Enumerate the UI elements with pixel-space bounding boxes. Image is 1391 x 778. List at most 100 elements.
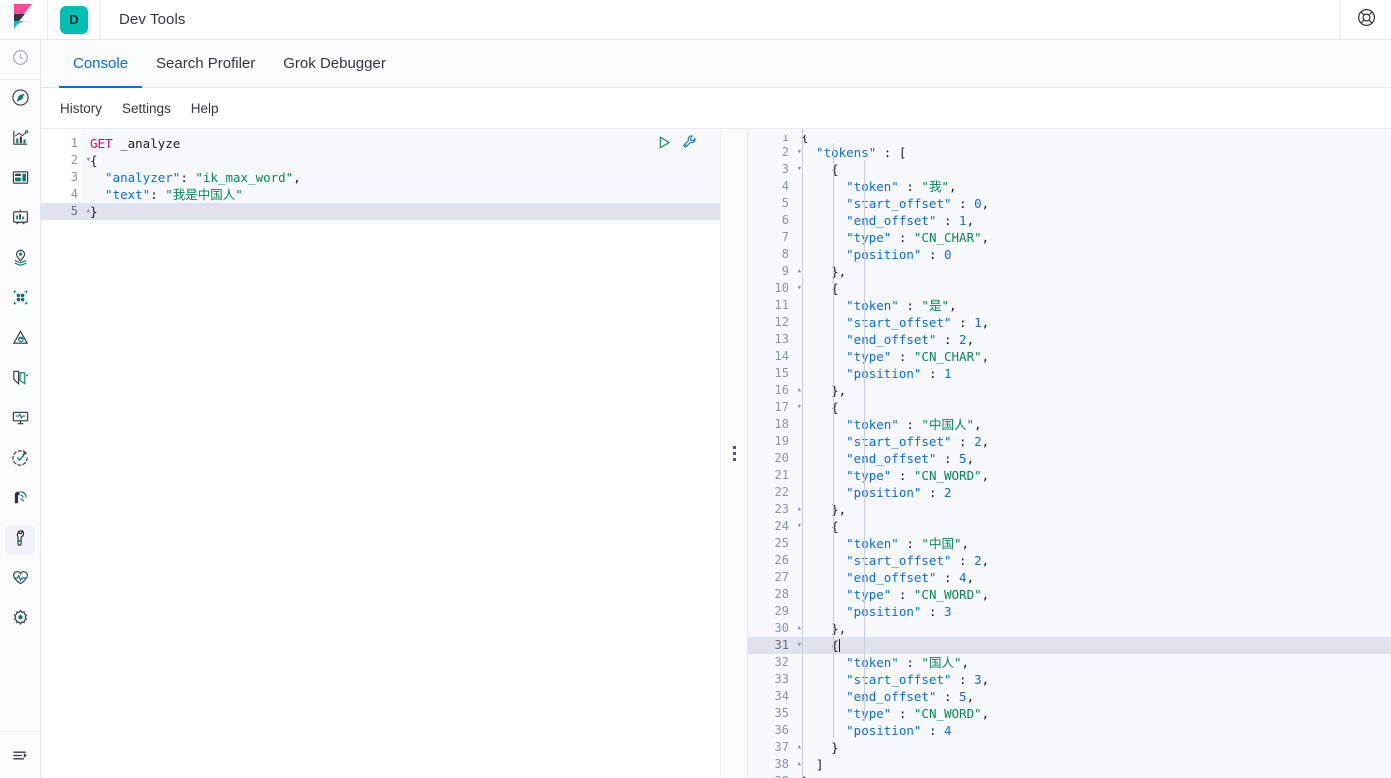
code-line[interactable]: GET _analyze: [82, 135, 720, 152]
line-number[interactable]: 18: [748, 416, 793, 433]
sidebar-item-infrastructure[interactable]: [0, 320, 41, 360]
kibana-logo-button[interactable]: [0, 0, 48, 39]
fold-toggle-icon[interactable]: ▾: [792, 637, 802, 654]
line-number[interactable]: 2 ▾: [748, 144, 802, 161]
line-number[interactable]: 34: [748, 688, 793, 705]
line-number[interactable]: 19: [748, 433, 793, 450]
code-line[interactable]: "token" : "中国",: [793, 535, 1391, 552]
code-line[interactable]: "end_offset" : 1,: [793, 212, 1391, 229]
sidebar-item-siem[interactable]: [0, 480, 41, 520]
help-button[interactable]: [1340, 0, 1391, 39]
code-line[interactable]: "token" : "是",: [793, 297, 1391, 314]
code-line[interactable]: "position" : 3: [793, 603, 1391, 620]
line-number[interactable]: 1: [748, 135, 793, 144]
code-line[interactable]: "end_offset" : 4,: [793, 569, 1391, 586]
sidebar-item-discover[interactable]: [0, 80, 41, 120]
line-number[interactable]: 9 ▴: [748, 263, 802, 280]
code-line[interactable]: "position" : 0: [793, 246, 1391, 263]
line-number[interactable]: 26: [748, 552, 793, 569]
code-line[interactable]: "start_offset" : 0,: [793, 195, 1391, 212]
line-number[interactable]: 30 ▴: [748, 620, 802, 637]
tab-grok-debugger[interactable]: Grok Debugger: [269, 41, 400, 88]
code-line[interactable]: "position" : 4: [793, 722, 1391, 739]
line-number[interactable]: 22: [748, 484, 793, 501]
send-request-button[interactable]: [657, 135, 672, 150]
line-number[interactable]: 33: [748, 671, 793, 688]
fold-toggle-icon[interactable]: ▾: [792, 518, 802, 535]
code-line[interactable]: {: [793, 518, 1391, 535]
fold-toggle-icon[interactable]: ▴: [81, 203, 91, 220]
sidebar-item-logs[interactable]: [0, 360, 41, 400]
sidebar-item-uptime[interactable]: [0, 440, 41, 480]
sidebar-item-canvas[interactable]: [0, 200, 41, 240]
sidebar-item-management[interactable]: [0, 600, 41, 640]
line-number[interactable]: 28: [748, 586, 793, 603]
line-number[interactable]: 4: [41, 186, 82, 203]
fold-toggle-icon[interactable]: ▴: [792, 382, 802, 399]
sidebar-item-visualize[interactable]: [0, 120, 41, 160]
code-line[interactable]: {: [793, 637, 1391, 654]
subnav-settings[interactable]: Settings: [122, 101, 171, 116]
sidebar-item-dev-tools[interactable]: [0, 520, 41, 560]
code-line[interactable]: {: [793, 135, 1391, 144]
line-number[interactable]: 38 ▴: [748, 756, 802, 773]
code-line[interactable]: "start_offset" : 2,: [793, 433, 1391, 450]
code-line[interactable]: "position" : 2: [793, 484, 1391, 501]
code-line[interactable]: },: [793, 620, 1391, 637]
code-line[interactable]: "type" : "CN_WORD",: [793, 705, 1391, 722]
fold-toggle-icon[interactable]: ▴: [792, 739, 802, 756]
line-number[interactable]: 4: [748, 178, 793, 195]
sidebar-item-maps[interactable]: [0, 240, 41, 280]
line-number[interactable]: 31 ▾: [748, 637, 802, 654]
line-number[interactable]: 13: [748, 331, 793, 348]
response-code[interactable]: { "tokens" : [ { "token" : "我", "start_o…: [793, 129, 1391, 778]
request-code[interactable]: GET _analyze{ "analyzer": "ik_max_word",…: [82, 129, 720, 778]
line-number[interactable]: 11: [748, 297, 793, 314]
fold-toggle-icon[interactable]: ▾: [792, 399, 802, 416]
fold-toggle-icon[interactable]: ▴: [792, 756, 802, 773]
line-number[interactable]: 10 ▾: [748, 280, 802, 297]
sidebar-item-apm[interactable]: [0, 400, 41, 440]
line-number[interactable]: 27: [748, 569, 793, 586]
code-line[interactable]: "start_offset" : 3,: [793, 671, 1391, 688]
line-number[interactable]: 16 ▴: [748, 382, 802, 399]
subnav-help[interactable]: Help: [191, 101, 219, 116]
line-number[interactable]: 21: [748, 467, 793, 484]
line-number[interactable]: 12: [748, 314, 793, 331]
sidebar-item-recently-viewed[interactable]: [0, 40, 41, 80]
fold-toggle-icon[interactable]: ▴: [792, 263, 802, 280]
sidebar-item-monitoring[interactable]: [0, 560, 41, 600]
request-options-button[interactable]: [682, 134, 698, 150]
code-line[interactable]: "start_offset" : 2,: [793, 552, 1391, 569]
code-line[interactable]: },: [793, 501, 1391, 518]
line-number[interactable]: 29: [748, 603, 793, 620]
collapse-nav-button[interactable]: [0, 738, 41, 778]
code-line[interactable]: },: [793, 382, 1391, 399]
line-number[interactable]: 39: [748, 773, 793, 778]
fold-toggle-icon[interactable]: ▾: [792, 161, 802, 178]
line-number[interactable]: 35: [748, 705, 793, 722]
line-number[interactable]: 1: [41, 135, 82, 152]
request-editor[interactable]: 1 2 ▾ 3 4 5 ▴ GET _analyze{ "analyzer": "ik_ma…: [41, 129, 720, 778]
line-number[interactable]: 7: [748, 229, 793, 246]
code-line[interactable]: "tokens" : [: [793, 144, 1391, 161]
line-number[interactable]: 8: [748, 246, 793, 263]
line-number[interactable]: 3: [41, 169, 82, 186]
line-number[interactable]: 2 ▾: [41, 152, 91, 169]
line-number[interactable]: 15: [748, 365, 793, 382]
code-line[interactable]: "end_offset" : 2,: [793, 331, 1391, 348]
fold-toggle-icon[interactable]: ▾: [792, 280, 802, 297]
code-line[interactable]: {: [82, 152, 720, 169]
request-gutter[interactable]: 1 2 ▾ 3 4 5 ▴: [41, 129, 91, 778]
subnav-history[interactable]: History: [60, 101, 102, 116]
code-line[interactable]: ]: [793, 756, 1391, 773]
line-number[interactable]: 5: [748, 195, 793, 212]
fold-toggle-icon[interactable]: ▴: [792, 620, 802, 637]
response-viewer[interactable]: 1 2 ▾ 3 ▾ 4 5 6 7 8 9 ▴ 10 ▾ 11 12 13 14 15 16 ▴ 17 ▾ 18 19 20 21 2…: [748, 129, 1391, 778]
line-number[interactable]: 36: [748, 722, 793, 739]
fold-toggle-icon[interactable]: ▾: [792, 144, 802, 161]
code-line[interactable]: "position" : 1: [793, 365, 1391, 382]
fold-toggle-icon[interactable]: ▾: [81, 152, 91, 169]
code-line[interactable]: {: [793, 280, 1391, 297]
code-line[interactable]: "token" : "国人",: [793, 654, 1391, 671]
